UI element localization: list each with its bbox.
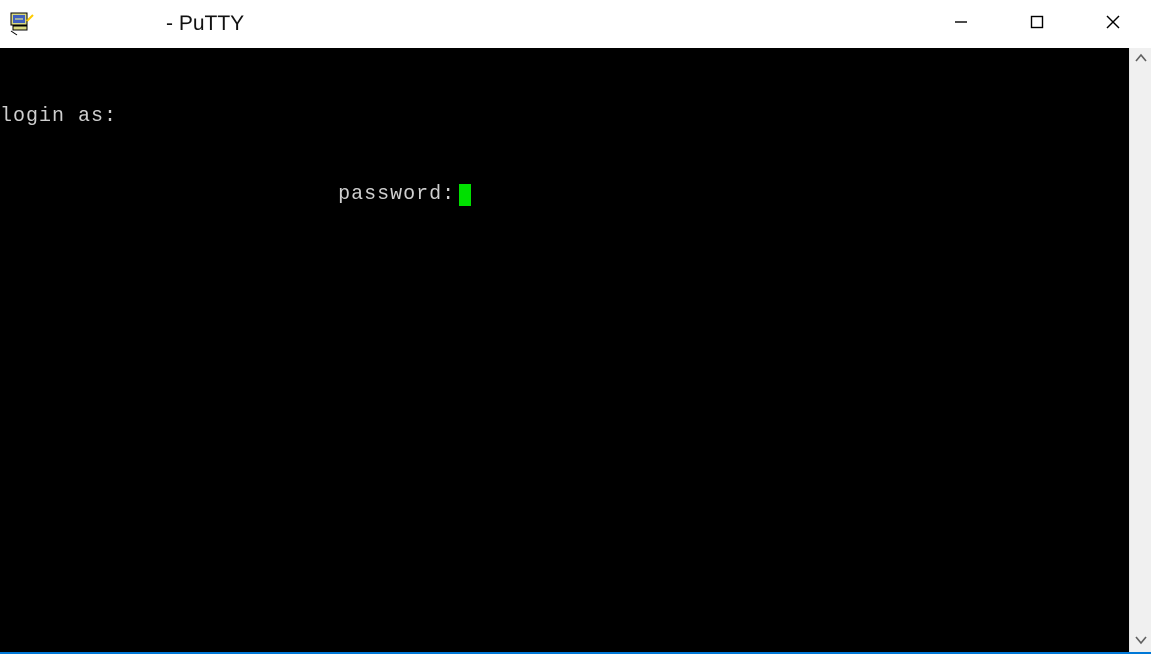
scroll-up-button[interactable] <box>1130 48 1151 70</box>
scroll-down-button[interactable] <box>1130 630 1151 652</box>
vertical-scrollbar[interactable] <box>1129 48 1151 652</box>
close-button[interactable] <box>1075 0 1151 48</box>
window-controls <box>923 0 1151 48</box>
titlebar[interactable]: - PuTTY <box>0 0 1151 48</box>
maximize-icon <box>1030 15 1044 34</box>
password-prompt: password: <box>338 183 455 206</box>
password-indent <box>0 182 338 208</box>
terminal-line-password: password: <box>0 182 1129 208</box>
minimize-button[interactable] <box>923 0 999 48</box>
chevron-up-icon <box>1135 52 1147 66</box>
terminal-line-login: login as: <box>0 104 1129 130</box>
window-title: - PuTTY <box>166 12 244 36</box>
content-area: login as: password: <box>0 48 1151 652</box>
chevron-down-icon <box>1135 634 1147 648</box>
putty-app-icon <box>8 10 36 38</box>
putty-window: - PuTTY login as: <box>0 0 1151 654</box>
close-icon <box>1105 14 1121 35</box>
login-prompt: login as: <box>0 105 117 128</box>
terminal-cursor <box>459 184 471 206</box>
minimize-icon <box>954 15 968 34</box>
maximize-button[interactable] <box>999 0 1075 48</box>
terminal[interactable]: login as: password: <box>0 48 1129 652</box>
